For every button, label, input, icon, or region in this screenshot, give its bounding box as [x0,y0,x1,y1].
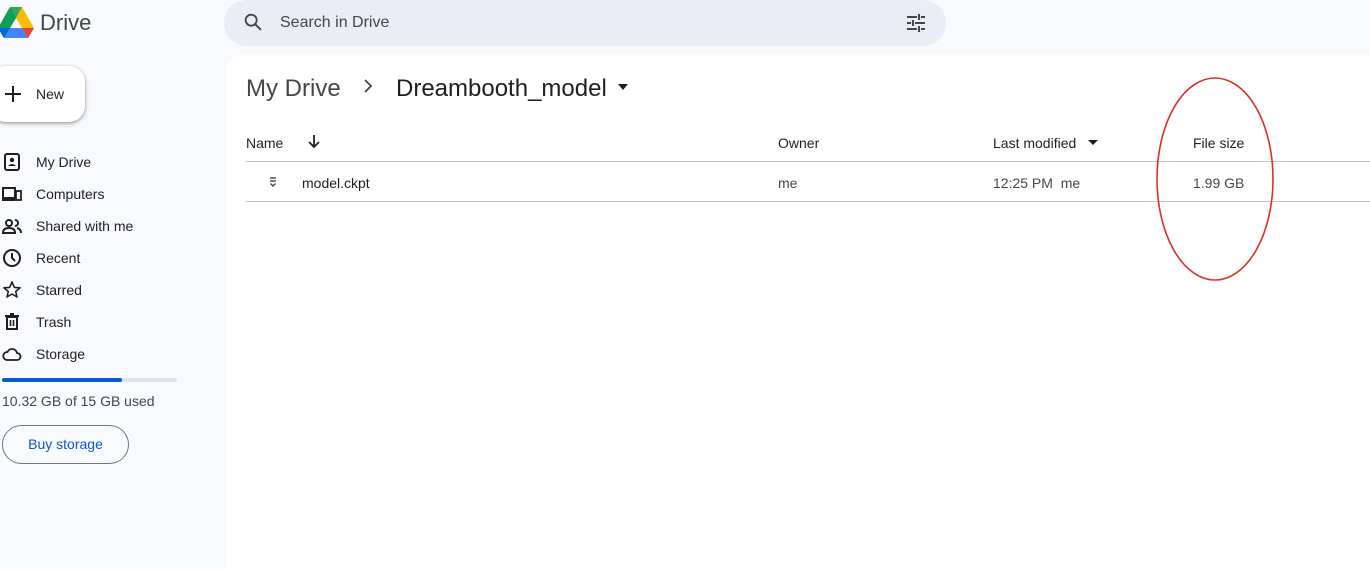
file-owner: me [778,175,798,191]
brand-title: Drive [40,10,92,35]
trash-icon [5,313,19,330]
search-input[interactable] [280,8,880,38]
caret-down-icon[interactable] [1088,140,1098,145]
file-icon [270,177,276,187]
caret-down-icon[interactable] [618,84,628,90]
sidebar-item-label: Recent [36,250,81,266]
storage-usage-fill [2,378,123,382]
sidebar-item-label: My Drive [36,154,92,170]
buy-storage-button[interactable]: Buy storage [2,425,129,464]
star-icon [3,281,21,298]
arrow-down-icon[interactable] [306,133,322,149]
sidebar-item-my-drive[interactable]: My Drive [0,146,200,178]
search-options-icon[interactable] [904,11,928,35]
sidebar-item-label: Storage [36,346,86,362]
plus-icon [5,86,21,102]
clock-icon [3,249,21,267]
sidebar-item-starred[interactable]: Starred [0,274,200,306]
main-panel: My Drive Dreambooth_model Name Owner Las… [226,55,1370,569]
my-drive-icon [4,153,20,171]
storage-usage-text: 10.32 GB of 15 GB used [2,393,155,409]
search-bar[interactable] [224,0,946,46]
column-header-owner[interactable]: Owner [778,135,819,151]
cloud-icon [2,348,22,361]
shared-icon [2,219,22,234]
column-header-name[interactable]: Name [246,135,283,151]
sidebar-item-recent[interactable]: Recent [0,242,200,274]
file-last-modified: 12:25 PM me [993,175,1081,191]
breadcrumb-current-folder[interactable]: Dreambooth_model [396,75,607,103]
drive-app: Drive New [0,0,1370,569]
table-row[interactable]: model.ckpt me 12:25 PM me 1.99 GB [246,162,1370,202]
sidebar-item-label: Computers [36,186,105,202]
chevron-right-icon [364,79,373,93]
file-name[interactable]: model.ckpt [302,175,370,191]
drive-logo-icon[interactable] [0,4,34,40]
new-button-label: New [36,86,65,102]
search-icon[interactable] [242,11,264,33]
sidebar-item-label: Shared with me [36,218,134,234]
computers-icon [2,187,22,201]
sidebar-item-trash[interactable]: Trash [0,306,200,338]
column-header-last-modified[interactable]: Last modified [993,135,1076,151]
sidebar-item-computers[interactable]: Computers [0,178,200,210]
new-button[interactable]: New [0,66,85,122]
sidebar-item-shared[interactable]: Shared with me [0,210,200,242]
row-divider [246,201,1370,202]
sidebar-item-storage[interactable]: Storage [0,338,200,370]
sidebar-nav: My Drive Computers Shared with me Recent… [0,146,200,370]
sidebar-item-label: Starred [36,282,82,298]
breadcrumb-my-drive[interactable]: My Drive [246,75,341,103]
column-header-file-size[interactable]: File size [1193,135,1244,151]
file-size: 1.99 GB [1193,175,1245,191]
sidebar-item-label: Trash [36,314,72,330]
storage-usage-bar [2,378,177,382]
